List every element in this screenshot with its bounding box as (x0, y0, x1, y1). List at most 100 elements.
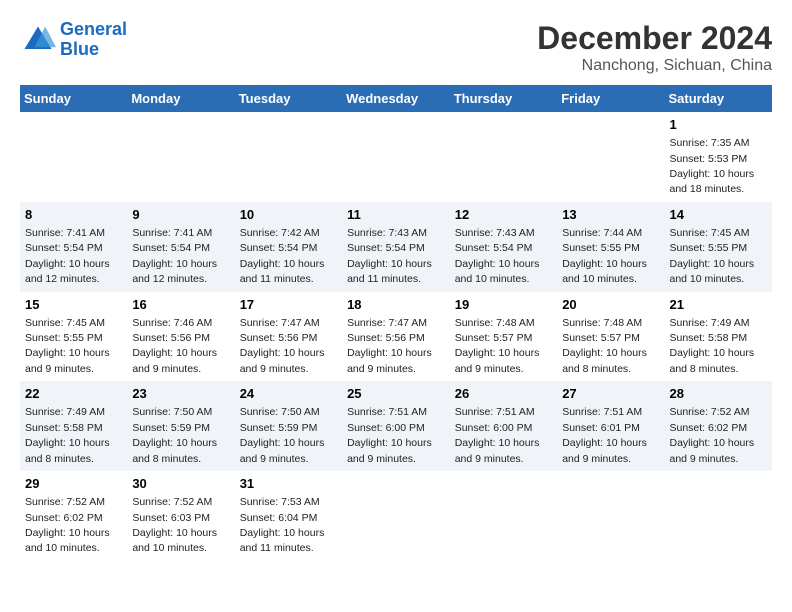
day-number: 16 (132, 296, 229, 314)
calendar-cell: 10 Sunrise: 7:42 AM Sunset: 5:54 PM Dayl… (235, 202, 342, 292)
calendar-cell: 24 Sunrise: 7:50 AM Sunset: 5:59 PM Dayl… (235, 381, 342, 471)
day-number: 25 (347, 385, 445, 403)
calendar-cell (20, 112, 127, 202)
day-info: Sunrise: 7:45 AM Sunset: 5:55 PM Dayligh… (669, 227, 754, 285)
calendar-title: December 2024 (537, 20, 772, 57)
calendar-cell: 22 Sunrise: 7:49 AM Sunset: 5:58 PM Dayl… (20, 381, 127, 471)
day-number: 30 (132, 475, 229, 493)
title-block: December 2024 Nanchong, Sichuan, China (537, 20, 772, 75)
calendar-cell: 8 Sunrise: 7:41 AM Sunset: 5:54 PM Dayli… (20, 202, 127, 292)
calendar-cell: 16 Sunrise: 7:46 AM Sunset: 5:56 PM Dayl… (127, 292, 234, 382)
day-number: 27 (562, 385, 659, 403)
day-info: Sunrise: 7:35 AM Sunset: 5:53 PM Dayligh… (669, 137, 754, 195)
calendar-table: Sunday Monday Tuesday Wednesday Thursday… (20, 85, 772, 561)
week-row-4: 29 Sunrise: 7:52 AM Sunset: 6:02 PM Dayl… (20, 471, 772, 561)
day-number: 29 (25, 475, 122, 493)
day-info: Sunrise: 7:47 AM Sunset: 5:56 PM Dayligh… (347, 317, 432, 375)
day-info: Sunrise: 7:52 AM Sunset: 6:02 PM Dayligh… (25, 496, 110, 554)
col-thursday: Thursday (450, 85, 557, 112)
calendar-cell (235, 112, 342, 202)
col-saturday: Saturday (664, 85, 772, 112)
page-header: General Blue December 2024 Nanchong, Sic… (20, 20, 772, 75)
day-number: 20 (562, 296, 659, 314)
col-wednesday: Wednesday (342, 85, 450, 112)
day-info: Sunrise: 7:52 AM Sunset: 6:02 PM Dayligh… (669, 406, 754, 464)
day-number: 22 (25, 385, 122, 403)
day-info: Sunrise: 7:41 AM Sunset: 5:54 PM Dayligh… (25, 227, 110, 285)
calendar-cell: 28 Sunrise: 7:52 AM Sunset: 6:02 PM Dayl… (664, 381, 772, 471)
day-info: Sunrise: 7:43 AM Sunset: 5:54 PM Dayligh… (347, 227, 432, 285)
day-info: Sunrise: 7:46 AM Sunset: 5:56 PM Dayligh… (132, 317, 217, 375)
day-info: Sunrise: 7:49 AM Sunset: 5:58 PM Dayligh… (669, 317, 754, 375)
day-number: 24 (240, 385, 337, 403)
day-info: Sunrise: 7:49 AM Sunset: 5:58 PM Dayligh… (25, 406, 110, 464)
day-info: Sunrise: 7:52 AM Sunset: 6:03 PM Dayligh… (132, 496, 217, 554)
calendar-cell (342, 471, 450, 561)
day-number: 18 (347, 296, 445, 314)
calendar-cell (557, 471, 664, 561)
calendar-cell: 31 Sunrise: 7:53 AM Sunset: 6:04 PM Dayl… (235, 471, 342, 561)
calendar-cell: 25 Sunrise: 7:51 AM Sunset: 6:00 PM Dayl… (342, 381, 450, 471)
day-info: Sunrise: 7:42 AM Sunset: 5:54 PM Dayligh… (240, 227, 325, 285)
week-row-3: 22 Sunrise: 7:49 AM Sunset: 5:58 PM Dayl… (20, 381, 772, 471)
calendar-cell (342, 112, 450, 202)
day-number: 17 (240, 296, 337, 314)
logo-icon (20, 22, 56, 58)
day-number: 12 (455, 206, 552, 224)
calendar-cell: 20 Sunrise: 7:48 AM Sunset: 5:57 PM Dayl… (557, 292, 664, 382)
day-number: 19 (455, 296, 552, 314)
day-number: 9 (132, 206, 229, 224)
calendar-cell: 27 Sunrise: 7:51 AM Sunset: 6:01 PM Dayl… (557, 381, 664, 471)
calendar-cell: 17 Sunrise: 7:47 AM Sunset: 5:56 PM Dayl… (235, 292, 342, 382)
logo-general: General (60, 19, 127, 39)
day-info: Sunrise: 7:51 AM Sunset: 6:00 PM Dayligh… (347, 406, 432, 464)
calendar-cell (450, 112, 557, 202)
day-info: Sunrise: 7:48 AM Sunset: 5:57 PM Dayligh… (455, 317, 540, 375)
calendar-cell: 18 Sunrise: 7:47 AM Sunset: 5:56 PM Dayl… (342, 292, 450, 382)
day-info: Sunrise: 7:41 AM Sunset: 5:54 PM Dayligh… (132, 227, 217, 285)
calendar-cell: 9 Sunrise: 7:41 AM Sunset: 5:54 PM Dayli… (127, 202, 234, 292)
day-number: 10 (240, 206, 337, 224)
day-info: Sunrise: 7:51 AM Sunset: 6:01 PM Dayligh… (562, 406, 647, 464)
logo: General Blue (20, 20, 127, 60)
day-number: 21 (669, 296, 767, 314)
day-info: Sunrise: 7:50 AM Sunset: 5:59 PM Dayligh… (132, 406, 217, 464)
calendar-cell (557, 112, 664, 202)
day-info: Sunrise: 7:48 AM Sunset: 5:57 PM Dayligh… (562, 317, 647, 375)
col-tuesday: Tuesday (235, 85, 342, 112)
day-info: Sunrise: 7:47 AM Sunset: 5:56 PM Dayligh… (240, 317, 325, 375)
day-number: 31 (240, 475, 337, 493)
day-info: Sunrise: 7:51 AM Sunset: 6:00 PM Dayligh… (455, 406, 540, 464)
day-number: 14 (669, 206, 767, 224)
calendar-cell: 1 Sunrise: 7:35 AM Sunset: 5:53 PM Dayli… (664, 112, 772, 202)
col-sunday: Sunday (20, 85, 127, 112)
calendar-cell (664, 471, 772, 561)
day-number: 11 (347, 206, 445, 224)
day-number: 28 (669, 385, 767, 403)
day-number: 23 (132, 385, 229, 403)
calendar-cell (450, 471, 557, 561)
day-info: Sunrise: 7:45 AM Sunset: 5:55 PM Dayligh… (25, 317, 110, 375)
day-number: 8 (25, 206, 122, 224)
calendar-cell: 26 Sunrise: 7:51 AM Sunset: 6:00 PM Dayl… (450, 381, 557, 471)
day-number: 26 (455, 385, 552, 403)
calendar-cell: 12 Sunrise: 7:43 AM Sunset: 5:54 PM Dayl… (450, 202, 557, 292)
calendar-location: Nanchong, Sichuan, China (537, 57, 772, 75)
calendar-cell: 19 Sunrise: 7:48 AM Sunset: 5:57 PM Dayl… (450, 292, 557, 382)
logo-blue: Blue (60, 39, 99, 59)
week-row-2: 15 Sunrise: 7:45 AM Sunset: 5:55 PM Dayl… (20, 292, 772, 382)
calendar-cell: 14 Sunrise: 7:45 AM Sunset: 5:55 PM Dayl… (664, 202, 772, 292)
day-number: 15 (25, 296, 122, 314)
logo-text: General Blue (60, 20, 127, 60)
header-row: Sunday Monday Tuesday Wednesday Thursday… (20, 85, 772, 112)
calendar-cell: 29 Sunrise: 7:52 AM Sunset: 6:02 PM Dayl… (20, 471, 127, 561)
calendar-cell: 13 Sunrise: 7:44 AM Sunset: 5:55 PM Dayl… (557, 202, 664, 292)
calendar-cell: 21 Sunrise: 7:49 AM Sunset: 5:58 PM Dayl… (664, 292, 772, 382)
col-monday: Monday (127, 85, 234, 112)
day-info: Sunrise: 7:53 AM Sunset: 6:04 PM Dayligh… (240, 496, 325, 554)
calendar-cell: 15 Sunrise: 7:45 AM Sunset: 5:55 PM Dayl… (20, 292, 127, 382)
calendar-cell: 30 Sunrise: 7:52 AM Sunset: 6:03 PM Dayl… (127, 471, 234, 561)
calendar-cell: 23 Sunrise: 7:50 AM Sunset: 5:59 PM Dayl… (127, 381, 234, 471)
calendar-cell (127, 112, 234, 202)
calendar-cell: 11 Sunrise: 7:43 AM Sunset: 5:54 PM Dayl… (342, 202, 450, 292)
